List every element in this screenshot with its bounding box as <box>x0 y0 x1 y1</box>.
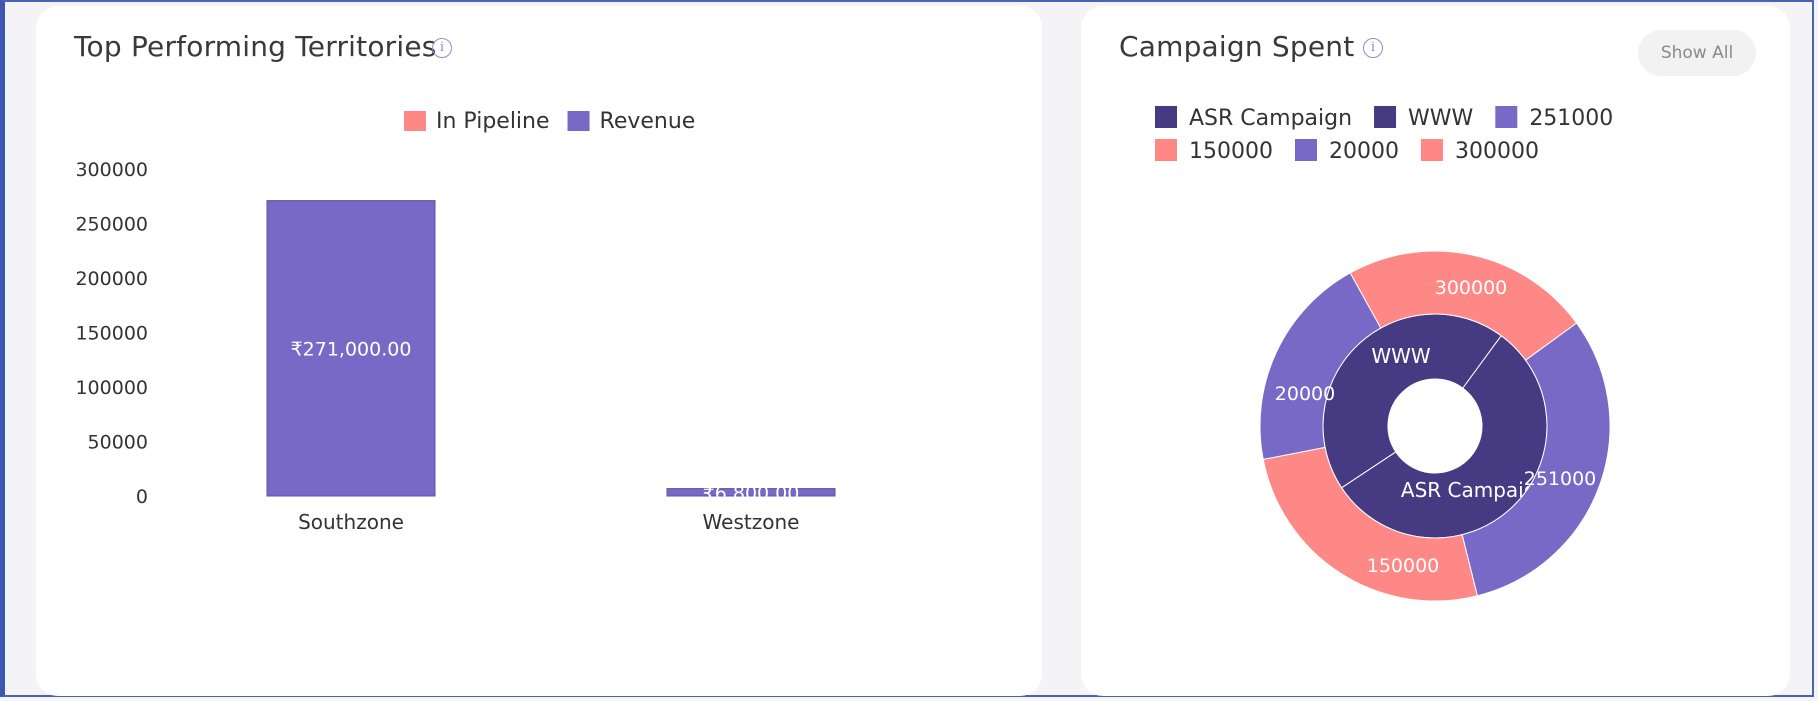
x-tick-label: Southzone <box>298 510 404 534</box>
show-all-button[interactable]: Show All <box>1638 30 1756 76</box>
campaign-title: Campaign Spent <box>1119 30 1355 63</box>
donut-hole <box>1388 379 1482 473</box>
legend-swatch <box>1155 139 1177 161</box>
territories-bar-chart: In Pipeline Revenue 0 50000 100000 150000 2000… <box>75 109 836 534</box>
y-tick-label: 50000 <box>88 432 148 454</box>
legend-label: In Pipeline <box>436 109 550 134</box>
campaign-card: Campaign Spent i Show All ASR Campaign WW… <box>1081 6 1790 696</box>
legend-label: 20000 <box>1329 139 1399 164</box>
slice-label: 300000 <box>1435 277 1508 299</box>
legend-swatch <box>1374 106 1397 128</box>
legend-label: WWW <box>1408 106 1474 131</box>
info-icon[interactable]: i <box>1363 38 1383 58</box>
legend-label: 150000 <box>1189 139 1273 164</box>
y-tick-label: 0 <box>136 486 148 508</box>
legend-swatch <box>1294 139 1317 161</box>
legend-swatch <box>404 111 426 131</box>
x-tick-label: Westzone <box>703 510 800 534</box>
data-label: ₹6,800.00 <box>703 482 800 504</box>
territories-card: Top Performing Territories i In Pipeline… <box>36 6 1042 696</box>
territories-title: Top Performing Territories <box>74 30 437 63</box>
legend-label: 251000 <box>1529 106 1613 131</box>
legend-swatch <box>567 111 590 131</box>
legend-label: ASR Campaign <box>1189 106 1352 131</box>
slice-label: 20000 <box>1275 383 1335 405</box>
y-tick-label: 200000 <box>75 268 148 290</box>
chart-legend: ASR Campaign WWW 251000 150000 20000 300000 <box>1155 106 1613 164</box>
data-label: ₹271,000.00 <box>291 338 412 360</box>
y-tick-label: 250000 <box>75 214 148 236</box>
legend-label: Revenue <box>600 109 696 134</box>
y-tick-label: 100000 <box>75 377 148 399</box>
y-tick-label: 300000 <box>75 159 148 181</box>
campaign-sunburst-chart: ASR Campaign WWW 251000 150000 20000 300000 WW… <box>1155 106 1613 602</box>
slice-label: 150000 <box>1367 555 1440 577</box>
slice-label: WWW <box>1371 344 1431 368</box>
chart-legend: In Pipeline Revenue <box>404 109 695 134</box>
y-tick-label: 150000 <box>75 323 148 345</box>
info-icon[interactable]: i <box>432 38 452 58</box>
legend-swatch <box>1420 139 1443 161</box>
legend-label: 300000 <box>1455 139 1539 164</box>
legend-swatch <box>1155 106 1177 128</box>
legend-swatch <box>1495 106 1518 128</box>
slice-label: 251000 <box>1524 468 1597 490</box>
